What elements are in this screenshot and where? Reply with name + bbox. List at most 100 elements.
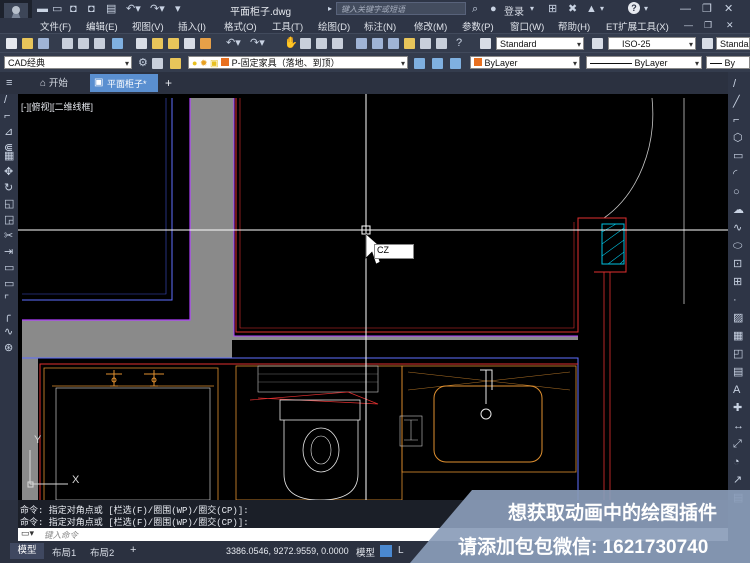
menu-window[interactable]: 窗口(W) — [510, 19, 544, 33]
dim-style-icon[interactable] — [592, 38, 603, 49]
make-block-icon[interactable]: ⊞ — [733, 276, 742, 288]
exchange-icon[interactable]: ✖ — [568, 3, 577, 15]
polygon-icon[interactable]: ⬡ — [733, 132, 743, 144]
linetype-select[interactable]: ByLayer ▾ — [586, 56, 702, 69]
extend-icon[interactable]: ⇥ — [4, 246, 13, 258]
add-tab-button[interactable]: + — [165, 76, 172, 90]
layer-manager-icon[interactable] — [170, 58, 181, 69]
quick-access-dropdown-icon[interactable]: ▾ — [175, 3, 181, 15]
pan-icon[interactable]: ✋ — [284, 37, 298, 49]
mtext-icon[interactable]: A — [733, 384, 740, 396]
gradient-icon[interactable]: ▦ — [733, 330, 743, 342]
block-icon[interactable] — [200, 38, 211, 49]
trim-icon[interactable]: ✂ — [4, 230, 13, 242]
open-file-icon[interactable]: ▬ — [37, 3, 48, 15]
lineweight-select[interactable]: By — [706, 56, 750, 69]
redo-toolbar-icon[interactable]: ↷▾ — [250, 37, 265, 49]
print-icon[interactable]: ▤ — [106, 3, 116, 15]
table-style-icon[interactable] — [702, 38, 713, 49]
text-style-icon[interactable] — [480, 38, 491, 49]
menu-edit[interactable]: 编辑(E) — [86, 19, 118, 33]
save-as-icon[interactable]: ◘ — [88, 3, 95, 15]
design-center-icon[interactable] — [372, 38, 383, 49]
dim-linear-icon[interactable]: ↔ — [733, 420, 744, 432]
cloud-dropdown-icon[interactable]: ▾ — [600, 3, 604, 15]
search-input[interactable]: 键入关键字或短语 — [336, 2, 466, 15]
calculator-icon[interactable] — [436, 38, 447, 49]
redo-icon[interactable]: ↷▾ — [150, 3, 165, 15]
dim-aligned-icon[interactable]: ⤢ — [733, 438, 742, 450]
revcloud-icon[interactable]: ☁ — [733, 204, 744, 216]
markup-icon[interactable] — [420, 38, 431, 49]
menu-format[interactable]: 格式(O) — [224, 19, 257, 33]
drawing-canvas[interactable]: [-][俯视][二维线框] CZ Y X — [18, 94, 728, 500]
grid-toggle-icon[interactable] — [380, 545, 392, 557]
ellipse-icon[interactable]: ⬭ — [733, 240, 742, 252]
layout-tab-model[interactable]: 模型 — [10, 543, 44, 559]
menu-dimension[interactable]: 标注(N) — [364, 19, 396, 33]
stretch-icon[interactable]: ◲ — [4, 214, 14, 226]
menu-modify[interactable]: 修改(M) — [414, 19, 447, 33]
zoom-window-icon[interactable] — [316, 38, 327, 49]
menu-file[interactable]: 文件(F) — [40, 19, 71, 33]
coordinate-readout[interactable]: 3386.0546, 9272.9559, 0.0000 — [226, 546, 349, 556]
layout-tab-1[interactable]: 布局1 — [52, 545, 76, 559]
text-style-select[interactable]: Standard ▾ — [496, 37, 584, 50]
snap-toggle-icon[interactable]: L — [398, 545, 404, 556]
move-icon[interactable]: ✥ — [4, 166, 13, 178]
new-icon[interactable] — [6, 38, 17, 49]
tool-palettes-icon[interactable] — [388, 38, 399, 49]
menu-express-tools[interactable]: ET扩展工具(X) — [606, 19, 669, 33]
dim-radius-icon[interactable]: ◔ — [733, 456, 740, 468]
print-toolbar-icon[interactable] — [62, 38, 73, 49]
login-link[interactable]: 登录 — [504, 3, 524, 18]
point-icon[interactable]: · — [733, 294, 737, 306]
circle-icon[interactable]: ○ — [733, 186, 740, 198]
undo-icon[interactable]: ↶▾ — [126, 3, 141, 15]
menu-tools[interactable]: 工具(T) — [272, 19, 303, 33]
hatch-icon[interactable]: ▨ — [733, 312, 743, 324]
menu-close-icon[interactable]: ✕ — [726, 19, 734, 31]
copy-icon[interactable] — [152, 38, 163, 49]
add-layout-button[interactable]: + — [130, 544, 136, 556]
scale-icon[interactable]: ◱ — [4, 198, 14, 210]
zoom-previous-icon[interactable] — [332, 38, 343, 49]
color-select[interactable]: ByLayer ▾ — [470, 56, 580, 69]
leader-icon[interactable]: ↗ — [733, 474, 742, 486]
explode-icon[interactable]: ⊛ — [4, 342, 13, 354]
open-icon[interactable] — [22, 38, 33, 49]
menu-insert[interactable]: 插入(I) — [178, 19, 206, 33]
save-toolbar-icon[interactable] — [38, 38, 49, 49]
fillet-icon[interactable]: ╭ — [4, 310, 11, 322]
workspace-save-icon[interactable] — [152, 58, 163, 69]
layer-state-icon[interactable] — [450, 58, 461, 69]
layout-tab-2[interactable]: 布局2 — [90, 545, 114, 559]
match-icon[interactable] — [184, 38, 195, 49]
join-icon[interactable]: ▭ — [4, 278, 14, 290]
menu-help[interactable]: 帮助(H) — [558, 19, 590, 33]
preview-icon[interactable] — [78, 38, 89, 49]
arc-icon[interactable]: ◜ — [733, 168, 737, 180]
start-tab[interactable]: ⌂ 开始 — [40, 75, 68, 91]
folder-icon[interactable]: ▭ — [52, 3, 62, 15]
workspace-select[interactable]: CAD经典 ▾ — [4, 56, 132, 69]
polyline-tool-icon[interactable]: ⌐ — [733, 114, 739, 126]
layer-select[interactable]: ● ✹ ▣ P-固定家具（落地、到顶） ▾ — [188, 56, 408, 69]
paste-icon[interactable] — [168, 38, 179, 49]
help-dropdown-icon[interactable]: ▾ — [644, 3, 648, 15]
minimize-icon[interactable]: — — [680, 3, 691, 15]
menu-minimize-icon[interactable]: — — [684, 19, 693, 31]
layer-previous-icon[interactable] — [432, 58, 443, 69]
plot-icon[interactable] — [94, 38, 105, 49]
menu-draw[interactable]: 绘图(D) — [318, 19, 350, 33]
insert-block-icon[interactable]: ⊡ — [733, 258, 742, 270]
workspace-settings-icon[interactable]: ⚙ — [138, 57, 148, 69]
menu-view[interactable]: 视图(V) — [132, 19, 164, 33]
spline-icon[interactable]: ∿ — [733, 222, 742, 234]
make-current-icon[interactable] — [414, 58, 425, 69]
restore-icon[interactable]: ❐ — [702, 3, 712, 15]
right-line-icon[interactable]: / — [733, 78, 736, 90]
zoom-realtime-icon[interactable] — [300, 38, 311, 49]
chamfer-icon[interactable]: ⌜ — [4, 294, 9, 306]
login-dropdown-icon[interactable]: ▾ — [530, 3, 534, 15]
